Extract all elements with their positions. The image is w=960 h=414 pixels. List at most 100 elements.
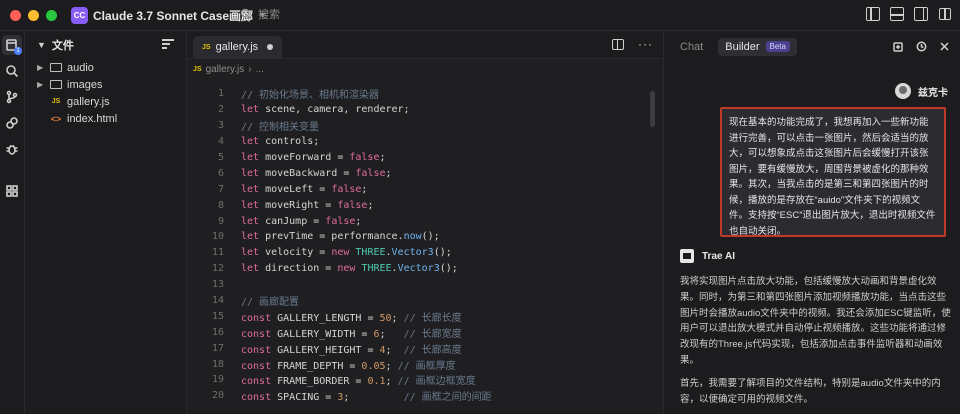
line-number: 17: [211, 342, 224, 354]
minimize-window-button[interactable]: [28, 9, 39, 21]
chevron-right-icon: ▶: [37, 63, 44, 72]
tree-file-gallery-js[interactable]: JS gallery.js: [25, 93, 186, 110]
code-line[interactable]: 14 // 画廊配置: [187, 293, 663, 309]
javascript-file-icon: JS: [51, 98, 61, 105]
close-icon[interactable]: [939, 41, 950, 52]
code-line[interactable]: 10 let prevTime = performance.now();: [187, 229, 663, 245]
code-line[interactable]: 19 const FRAME_BORDER = 0.1; // 画框边框宽度: [187, 372, 663, 388]
history-icon[interactable]: [916, 41, 927, 52]
code-text: let moveRight = false;: [241, 199, 374, 211]
chevron-down-icon[interactable]: ▼: [37, 40, 46, 50]
code-line[interactable]: 7 let moveLeft = false;: [187, 181, 663, 197]
search-box[interactable]: 搜索: [240, 6, 280, 22]
line-number: 19: [211, 374, 224, 386]
window-controls: [10, 9, 57, 21]
code-line[interactable]: 15 const GALLERY_LENGTH = 50; // 长廊长度: [187, 308, 663, 324]
tab-builder[interactable]: Builder Beta: [718, 37, 797, 56]
code-editor: JS gallery.js ··· JS gallery.js › ... 1 /…: [187, 31, 663, 414]
code-line[interactable]: 2 let scene, camera, renderer;: [187, 102, 663, 118]
title-bar: CC Claude 3.7 Sonnet Case画廊 ▼ 搜索: [0, 0, 960, 31]
tree-item-label: images: [67, 78, 103, 91]
code-line[interactable]: 18 const FRAME_DEPTH = 0.05; // 画框厚度: [187, 356, 663, 372]
toggle-right-panel-icon[interactable]: [914, 7, 928, 21]
ai-name: Trae AI: [702, 250, 735, 262]
extensions-icon[interactable]: [2, 181, 22, 201]
code-line[interactable]: 17 const GALLERY_HEIGHT = 4; // 长廊高度: [187, 340, 663, 356]
close-window-button[interactable]: [10, 9, 21, 21]
code-text: // 控制相关变量: [241, 122, 320, 134]
code-line[interactable]: 16 const GALLERY_WIDTH = 6; // 长廊宽度: [187, 324, 663, 340]
code-text: const GALLERY_LENGTH = 50; // 长廊长度: [241, 312, 462, 324]
tab-chat[interactable]: Chat: [673, 38, 710, 56]
tree-folder-images[interactable]: ▶ images: [25, 76, 186, 93]
debug-icon[interactable]: [2, 139, 22, 159]
line-number: 4: [217, 136, 224, 148]
code-text: // 画廊配置: [241, 297, 300, 309]
ai-paragraph: 我将实现图片点击放大功能，包括缓慢放大动画和背景虚化效果。同时，为第三和第四张图…: [680, 276, 951, 366]
remote-explorer-icon[interactable]: [2, 113, 22, 133]
code-line[interactable]: 12 let direction = new THREE.Vector3();: [187, 261, 663, 277]
javascript-file-icon: JS: [202, 43, 211, 51]
code-line[interactable]: 4 let controls;: [187, 134, 663, 150]
code-line[interactable]: 11 let velocity = new THREE.Vector3();: [187, 245, 663, 261]
user-message-header: 兹克卡: [895, 83, 948, 99]
code-text: const GALLERY_HEIGHT = 4; // 长廊高度: [241, 344, 462, 356]
split-editor-icon[interactable]: [612, 39, 624, 50]
beta-badge: Beta: [765, 41, 790, 52]
code-line[interactable]: 9 let canJump = false;: [187, 213, 663, 229]
code-line[interactable]: 20 const SPACING = 3; // 画框之间的间距: [187, 388, 663, 404]
unsaved-dot-icon[interactable]: [267, 44, 274, 50]
explorer-icon[interactable]: 1: [2, 35, 22, 55]
file-explorer: ▼ 文件 ▶ audio ▶ images JS gallery.js <> i…: [25, 31, 187, 414]
breadcrumb: JS gallery.js › ...: [187, 59, 663, 79]
search-icon[interactable]: [2, 61, 22, 81]
line-number: 1: [217, 88, 224, 100]
tab-gallery-js[interactable]: JS gallery.js: [193, 36, 283, 58]
line-number: 7: [217, 183, 224, 195]
tree-item-label: index.html: [67, 112, 118, 125]
toggle-panel-icon[interactable]: [890, 7, 904, 21]
line-number: 6: [217, 167, 224, 179]
code-line[interactable]: 6 let moveBackward = false;: [187, 165, 663, 181]
breadcrumb-file[interactable]: gallery.js: [206, 64, 245, 75]
source-control-icon[interactable]: [2, 87, 22, 107]
folder-icon: [50, 63, 62, 72]
search-placeholder: 搜索: [258, 9, 280, 21]
ai-paragraph: 首先，我需要了解项目的文件结构，特别是audio文件夹中的内容，以便确定可用的视…: [680, 377, 941, 405]
panel-tabs: Chat Builder Beta: [664, 31, 960, 62]
tree-folder-audio[interactable]: ▶ audio: [25, 59, 186, 76]
line-number: 13: [211, 279, 224, 291]
code-line[interactable]: 8 let moveRight = false;: [187, 197, 663, 213]
line-number: 8: [217, 199, 224, 211]
collapse-folders-icon[interactable]: [162, 39, 174, 49]
toggle-sidebar-icon[interactable]: [866, 7, 880, 21]
explorer-header[interactable]: ▼ 文件: [25, 31, 186, 59]
code-text: let direction = new THREE.Vector3();: [241, 263, 458, 275]
chevron-right-icon: ▶: [37, 80, 44, 89]
code-area[interactable]: 1 // 初始化场景、相机和渲染器 2 let scene, camera, rend…: [187, 86, 663, 414]
breadcrumb-more[interactable]: ...: [256, 64, 264, 75]
code-line[interactable]: 3 // 控制相关变量: [187, 118, 663, 134]
line-number: 9: [217, 215, 224, 227]
line-number: 18: [211, 358, 224, 370]
code-line[interactable]: 1 // 初始化场景、相机和渲染器: [187, 86, 663, 102]
code-text: const FRAME_BORDER = 0.1; // 画框边框宽度: [241, 376, 476, 388]
tree-file-index-html[interactable]: <> index.html: [25, 110, 186, 127]
customize-layout-icon[interactable]: [938, 7, 952, 21]
code-line[interactable]: 5 let moveForward = false;: [187, 150, 663, 166]
code-text: let prevTime = performance.now();: [241, 231, 440, 243]
line-number: 14: [211, 295, 224, 307]
editor-scrollbar[interactable]: [650, 91, 655, 127]
project-title[interactable]: Claude 3.7 Sonnet Case画廊: [93, 7, 253, 24]
line-number: 2: [217, 104, 224, 116]
code-text: let moveBackward = false;: [241, 167, 392, 179]
code-text: // 初始化场景、相机和渲染器: [241, 90, 380, 102]
javascript-file-icon: JS: [193, 65, 202, 73]
ai-panel: Chat Builder Beta 兹克卡 现在基本的功能完成了，我想再加入一些…: [663, 31, 960, 414]
maximize-window-button[interactable]: [46, 9, 57, 21]
html-file-icon: <>: [50, 113, 62, 124]
code-line[interactable]: 13: [187, 277, 663, 293]
new-chat-icon[interactable]: [893, 41, 904, 52]
tree-item-label: gallery.js: [67, 95, 110, 108]
more-actions-icon[interactable]: ···: [638, 38, 653, 50]
